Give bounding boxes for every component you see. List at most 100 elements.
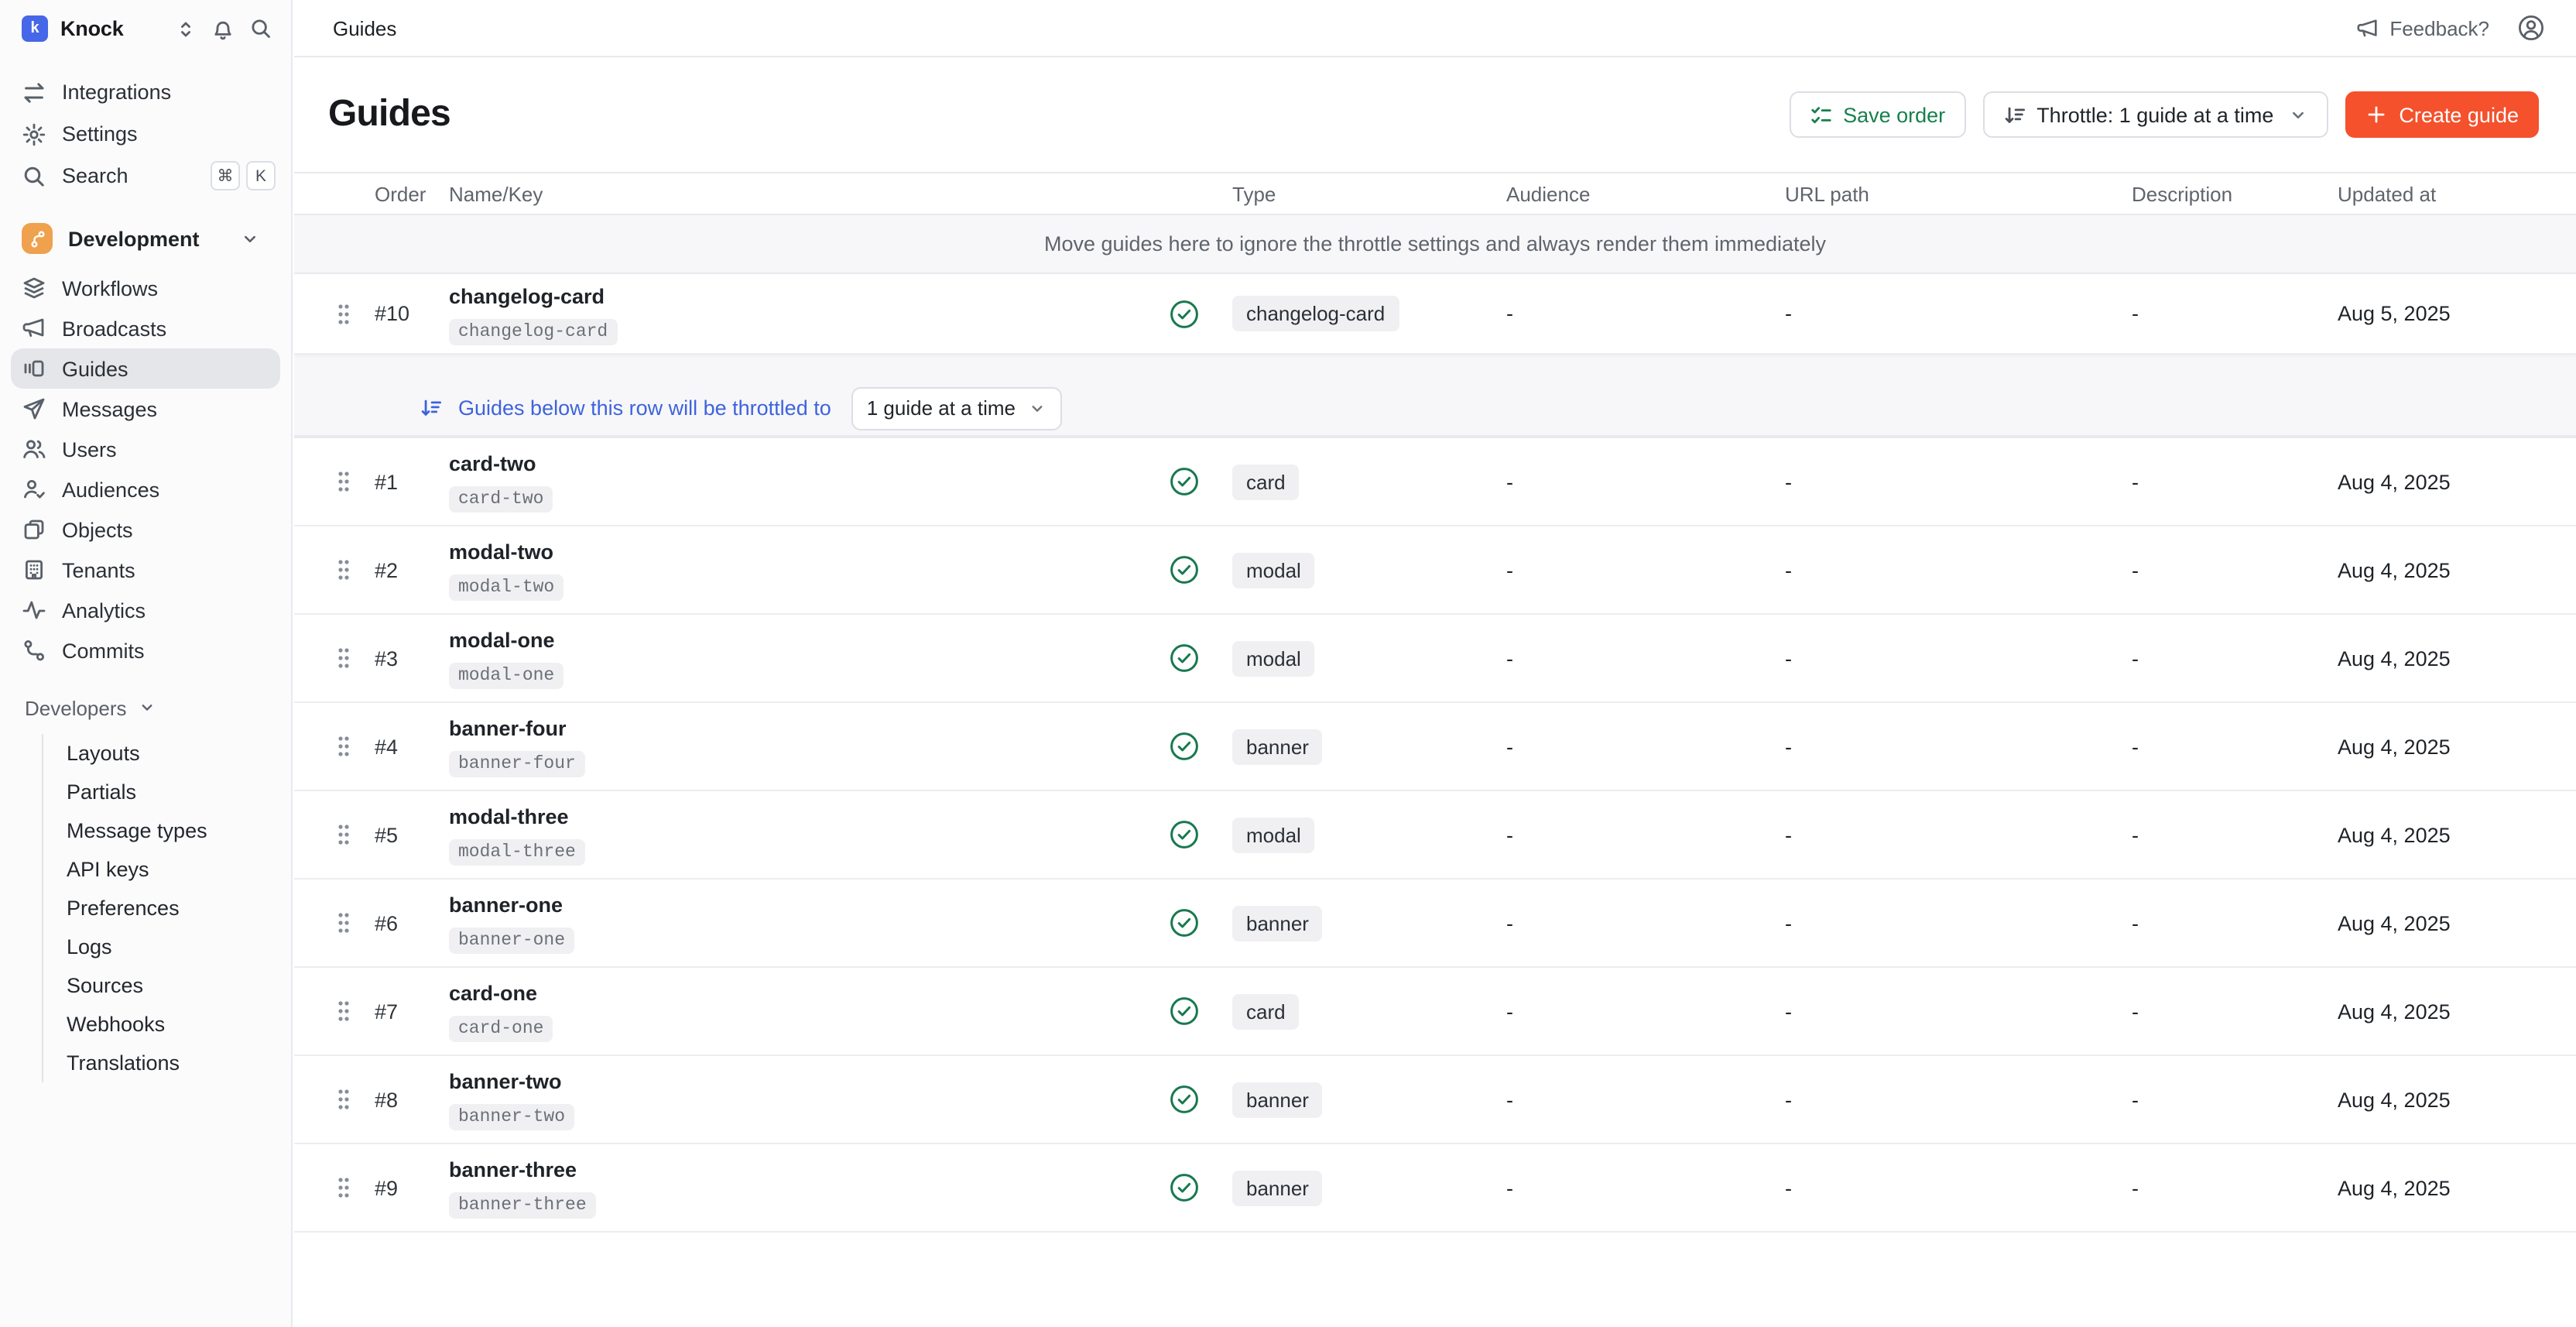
sidebar-item-integrations[interactable]: Integrations [0, 71, 291, 113]
environment-switcher[interactable]: Development [0, 217, 291, 260]
table-row[interactable]: #10 changelog-card changelog-card change… [294, 273, 2576, 355]
sidebar-item-label: Broadcasts [62, 317, 166, 340]
table-row[interactable]: #5 modal-three modal-three modal - - - A… [294, 791, 2576, 880]
guide-type-badge: banner [1232, 1170, 1323, 1205]
guide-key-badge: modal-two [449, 574, 564, 601]
table-row[interactable]: #3 modal-one modal-one modal - - - Aug 4… [294, 615, 2576, 703]
table-row[interactable]: #1 card-two card-two card - - - Aug 4, 2… [294, 438, 2576, 526]
sidebar-item-settings[interactable]: Settings [0, 113, 291, 155]
megaphone-icon [22, 316, 46, 341]
guide-name-key: banner-two banner-two [449, 1070, 1169, 1129]
sidebar-item-workflows[interactable]: Workflows [0, 268, 291, 308]
check-circle-icon [1169, 731, 1232, 762]
table-row[interactable]: #6 banner-one banner-one banner - - - Au… [294, 880, 2576, 968]
column-header-type: Type [1232, 182, 1506, 205]
sidebar-item-users[interactable]: Users [0, 429, 291, 469]
drag-handle-icon[interactable] [337, 1000, 375, 1022]
chevron-down-icon [138, 698, 156, 717]
app: k Knock Integrations [0, 0, 2576, 1327]
drag-handle-icon[interactable] [337, 559, 375, 581]
drag-handle-icon[interactable] [337, 912, 375, 934]
building-icon [22, 557, 46, 582]
sidebar-item-objects[interactable]: Objects [0, 509, 291, 550]
guide-audience: - [1506, 470, 1785, 493]
table-row[interactable]: #4 banner-four banner-four banner - - - … [294, 703, 2576, 791]
developers-section-toggle[interactable]: Developers [0, 691, 291, 725]
guide-name-key: banner-three banner-three [449, 1158, 1169, 1217]
sidebar-item-label: Tenants [62, 558, 135, 581]
developers-section-label: Developers [25, 696, 127, 719]
save-order-button[interactable]: Save order [1789, 91, 1965, 138]
column-header-url-path: URL path [1785, 182, 2132, 205]
main-content: Guides Feedback? Guides [294, 0, 2576, 1327]
drag-handle-icon[interactable] [337, 647, 375, 669]
table-row[interactable]: #7 card-one card-one card - - - Aug 4, 2… [294, 968, 2576, 1056]
guide-name-key: banner-one banner-one [449, 893, 1169, 952]
throttle-divider-row: Guides below this row will be throttled … [294, 381, 2576, 437]
guide-updated-at: Aug 4, 2025 [2338, 823, 2576, 846]
feedback-button[interactable]: Feedback? [2355, 16, 2489, 39]
drag-handle-icon[interactable] [337, 824, 375, 845]
workspace-logo: k [22, 15, 48, 42]
sidebar-item-preferences[interactable]: Preferences [43, 889, 291, 928]
sidebar-item-analytics[interactable]: Analytics [0, 590, 291, 630]
sidebar-item-label: Users [62, 437, 117, 461]
sidebar-item-broadcasts[interactable]: Broadcasts [0, 308, 291, 348]
sidebar-item-sources[interactable]: Sources [43, 966, 291, 1005]
throttle-amount-select[interactable]: 1 guide at a time [851, 386, 1062, 430]
throttle-amount-value: 1 guide at a time [867, 396, 1016, 420]
sidebar-item-tenants[interactable]: Tenants [0, 550, 291, 590]
sidebar-item-api-keys[interactable]: API keys [43, 850, 291, 889]
guide-key-badge: banner-four [449, 751, 585, 777]
guide-name-key: card-two card-two [449, 452, 1169, 511]
page-title: Guides [328, 93, 450, 136]
guide-description: - [2132, 302, 2338, 325]
guide-order: #9 [375, 1176, 449, 1199]
column-header-updated-at: Updated at [2338, 182, 2576, 205]
sidebar-item-search[interactable]: Search ⌘ K [0, 155, 291, 197]
guide-order: #1 [375, 470, 449, 493]
guide-type: banner [1232, 1082, 1506, 1117]
throttle-setting-button[interactable]: Throttle: 1 guide at a time [1982, 91, 2328, 138]
sidebar-item-partials[interactable]: Partials [43, 773, 291, 811]
workspace-switcher[interactable]: k Knock [0, 0, 291, 42]
check-circle-icon [1169, 907, 1232, 938]
guide-type: modal [1232, 552, 1506, 588]
drag-handle-icon[interactable] [337, 303, 375, 324]
guide-status [1169, 819, 1232, 850]
drag-handle-icon[interactable] [337, 736, 375, 757]
sidebar-item-messages[interactable]: Messages [0, 389, 291, 429]
breadcrumb[interactable]: Guides [333, 16, 396, 39]
account-menu-icon[interactable] [2517, 14, 2545, 42]
search-icon[interactable] [249, 17, 272, 40]
sidebar-main-nav: Workflows Broadcasts Guides Messages [0, 268, 291, 670]
create-guide-button[interactable]: Create guide [2345, 91, 2539, 138]
workspace-name: Knock [60, 17, 124, 40]
drag-handle-icon[interactable] [337, 1089, 375, 1110]
check-circle-icon [1169, 1084, 1232, 1115]
workspace-selector-icon[interactable] [175, 18, 197, 39]
table-row[interactable]: #9 banner-three banner-three banner - - … [294, 1144, 2576, 1233]
sidebar-item-webhooks[interactable]: Webhooks [43, 1005, 291, 1044]
sidebar-item-audiences[interactable]: Audiences [0, 469, 291, 509]
notifications-bell-icon[interactable] [211, 16, 235, 41]
guide-audience: - [1506, 1000, 1785, 1023]
sidebar-item-guides[interactable]: Guides [11, 348, 280, 389]
column-header-description: Description [2132, 182, 2338, 205]
table-row[interactable]: #2 modal-two modal-two modal - - - Aug 4… [294, 526, 2576, 615]
guide-type-badge: banner [1232, 1082, 1323, 1117]
sidebar-item-commits[interactable]: Commits [0, 630, 291, 670]
sidebar-item-message-types[interactable]: Message types [43, 811, 291, 850]
exempt-zone-hint: Move guides here to ignore the throttle … [294, 215, 2576, 273]
guide-url-path: - [1785, 1088, 2132, 1111]
sidebar-item-logs[interactable]: Logs [43, 928, 291, 966]
guide-audience: - [1506, 823, 1785, 846]
table-row[interactable]: #8 banner-two banner-two banner - - - Au… [294, 1056, 2576, 1144]
guide-order: #8 [375, 1088, 449, 1111]
drag-handle-icon[interactable] [337, 1177, 375, 1198]
drag-handle-icon[interactable] [337, 471, 375, 492]
sort-descending-icon [2002, 103, 2026, 126]
sidebar-item-translations[interactable]: Translations [43, 1044, 291, 1082]
sidebar-item-layouts[interactable]: Layouts [43, 734, 291, 773]
guide-url-path: - [1785, 911, 2132, 934]
